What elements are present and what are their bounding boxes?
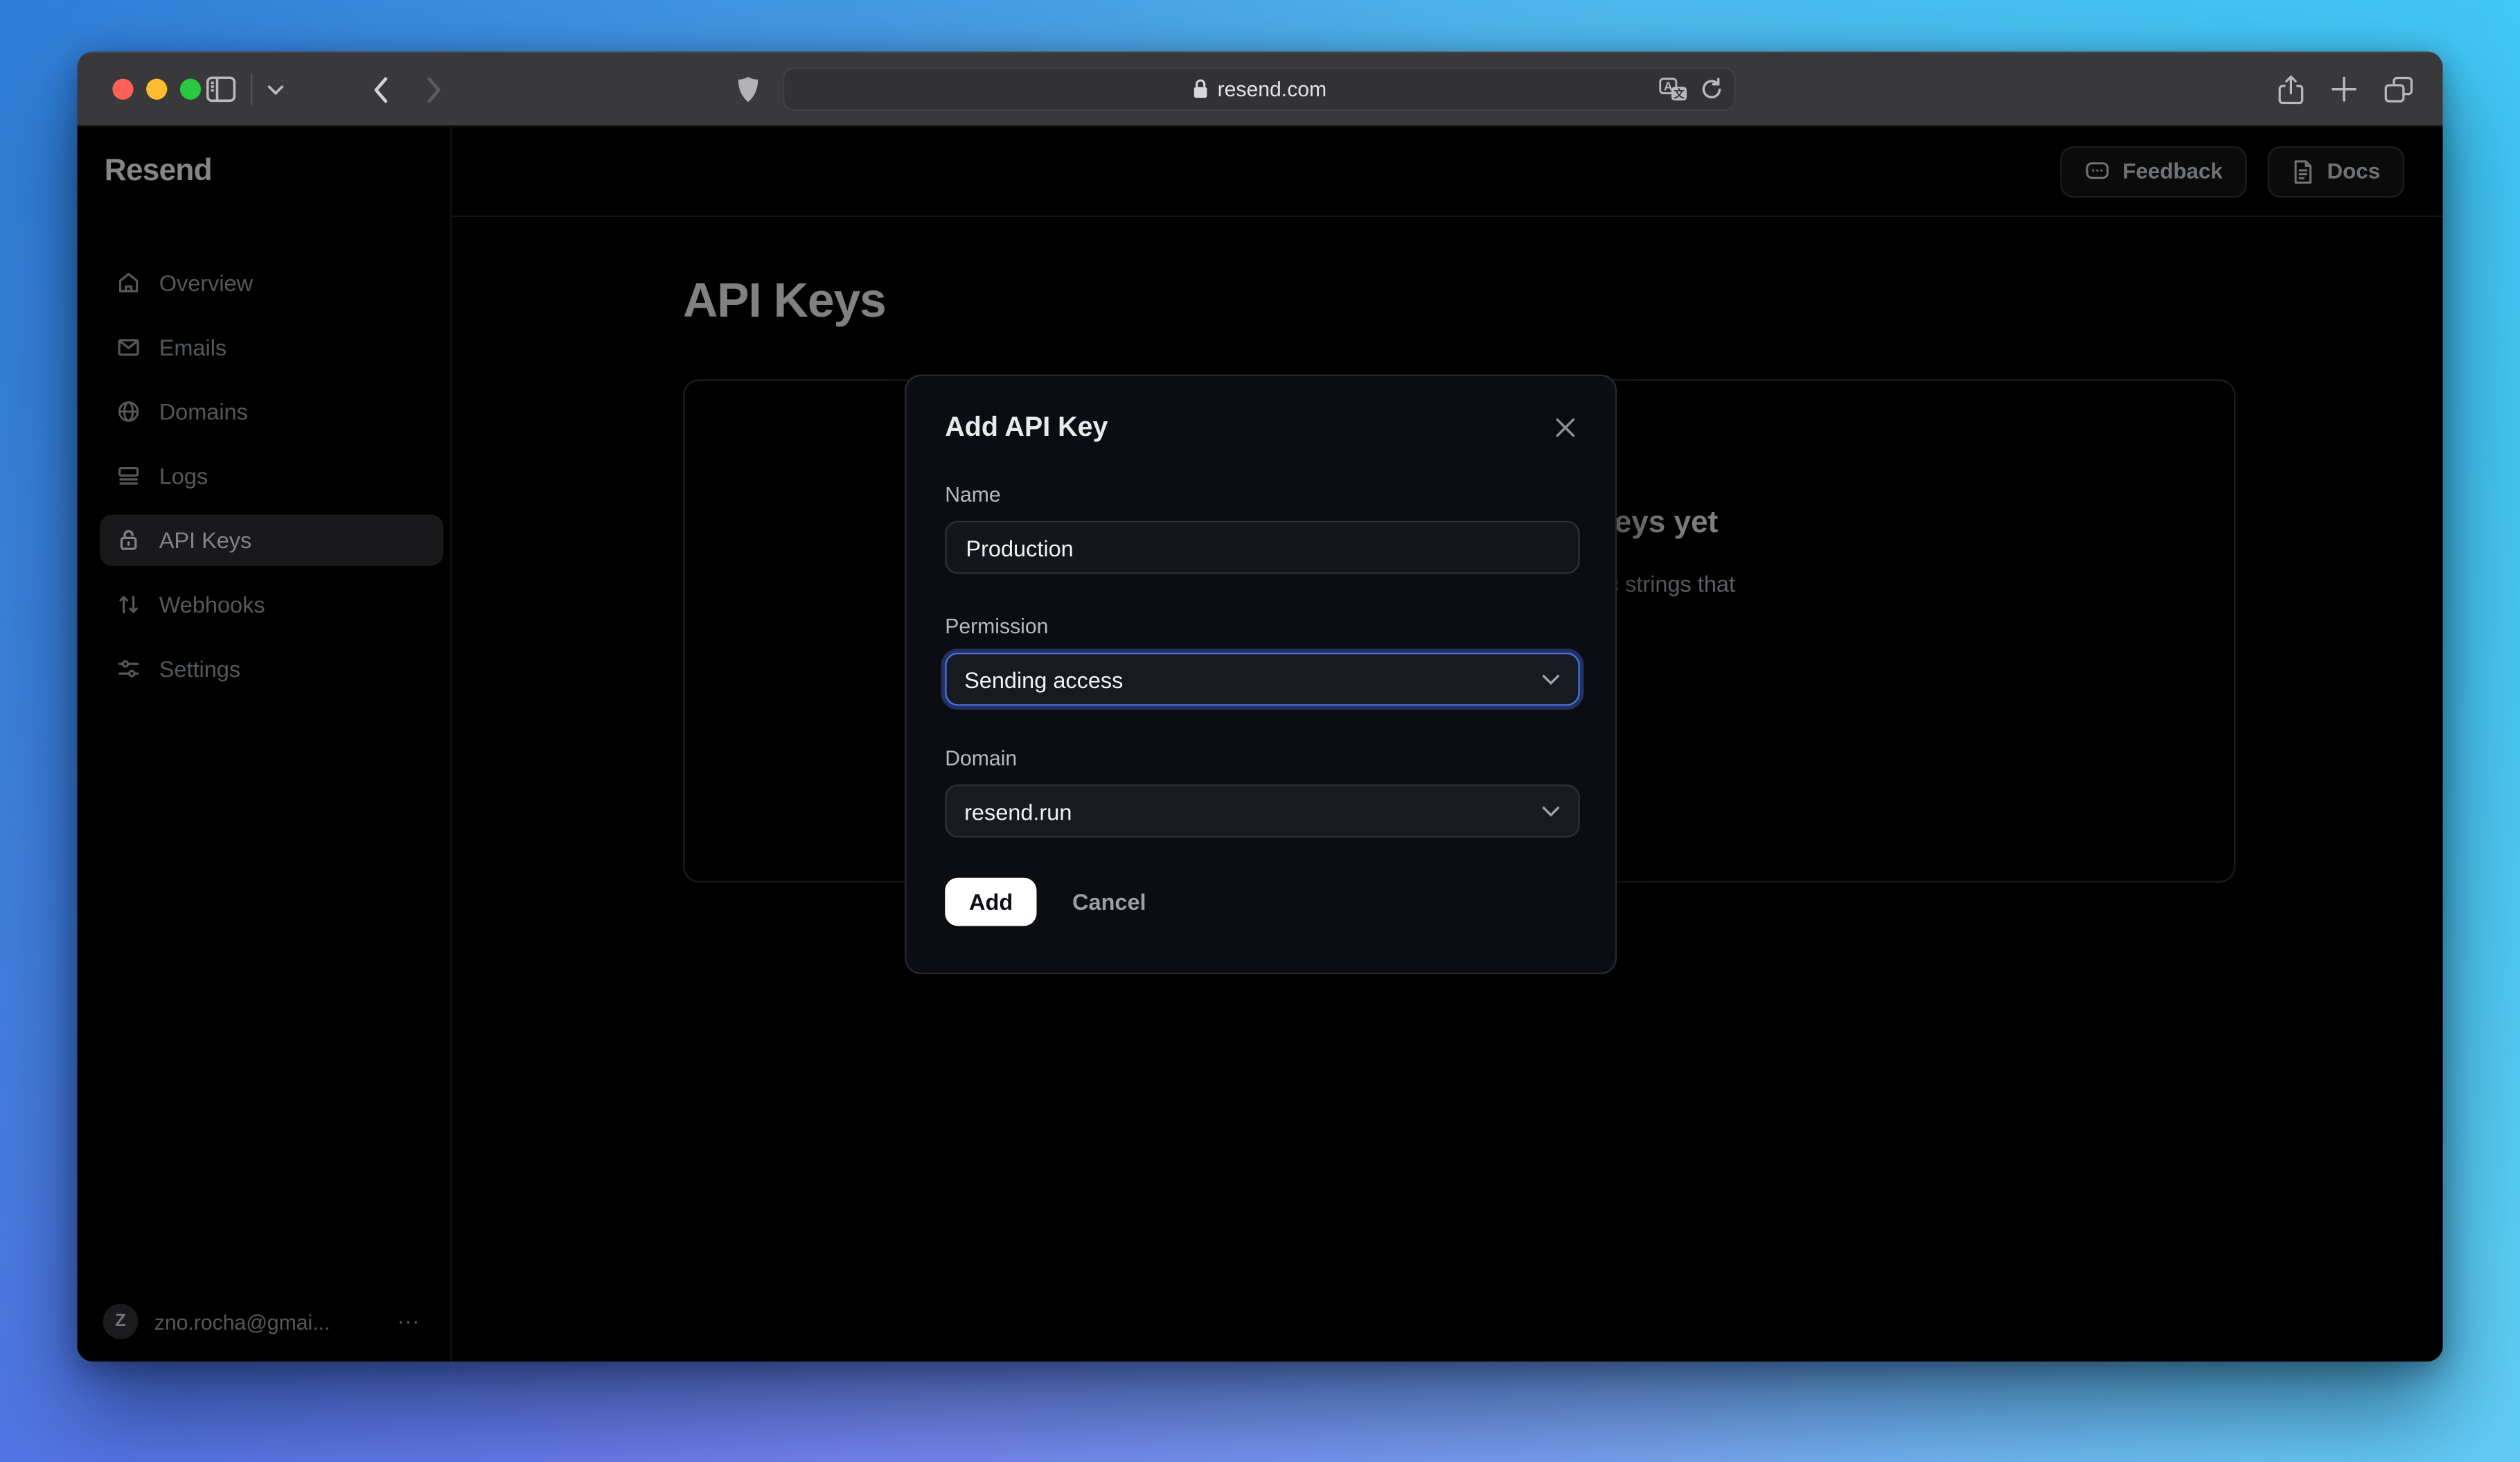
desktop-background: resend.com A 文 Resend Overview Emails Do… bbox=[0, 0, 2520, 1462]
chevron-down-icon bbox=[1541, 673, 1561, 686]
permission-field-label: Permission bbox=[945, 614, 1049, 639]
browser-window: resend.com A 文 Resend Overview Emails Do… bbox=[77, 51, 2443, 1362]
browser-viewport: Resend Overview Emails Domains Logs API … bbox=[77, 127, 2443, 1362]
https-lock-icon bbox=[1191, 79, 1207, 100]
domain-select-value: resend.run bbox=[964, 798, 1072, 825]
tab-overview-icon[interactable] bbox=[2384, 75, 2414, 104]
traffic-lights bbox=[112, 51, 202, 127]
forward-button[interactable] bbox=[425, 51, 444, 127]
back-button[interactable] bbox=[371, 51, 391, 127]
address-bar-url: resend.com bbox=[1217, 77, 1327, 102]
add-button[interactable]: Add bbox=[945, 877, 1038, 926]
browser-toolbar: resend.com A 文 bbox=[77, 51, 2443, 127]
toolbar-right-group bbox=[2278, 51, 2414, 127]
svg-text:文: 文 bbox=[1674, 87, 1685, 99]
zoom-window-button[interactable] bbox=[179, 78, 202, 100]
permission-select-value: Sending access bbox=[964, 666, 1124, 692]
chevron-down-icon bbox=[1541, 804, 1561, 818]
name-input[interactable] bbox=[945, 520, 1580, 574]
reload-icon[interactable] bbox=[1701, 77, 1723, 101]
sidebar-toggle-icon[interactable] bbox=[206, 76, 236, 103]
privacy-shield-icon[interactable] bbox=[736, 51, 761, 127]
close-window-button[interactable] bbox=[112, 78, 134, 100]
share-icon[interactable] bbox=[2278, 73, 2305, 105]
close-icon[interactable] bbox=[1554, 416, 1577, 439]
toolbar-divider bbox=[250, 73, 253, 105]
toolbar-left-group bbox=[206, 51, 285, 127]
new-tab-icon[interactable] bbox=[2330, 76, 2357, 103]
translate-icon[interactable]: A 文 bbox=[1658, 76, 1689, 102]
modal-title: Add API Key bbox=[945, 411, 1108, 443]
minimize-window-button[interactable] bbox=[146, 78, 168, 100]
sidebar-chevron-down-icon[interactable] bbox=[267, 82, 285, 96]
name-field-label: Name bbox=[945, 482, 1001, 507]
domain-field-label: Domain bbox=[945, 746, 1018, 770]
permission-select[interactable]: Sending access bbox=[945, 652, 1580, 706]
address-bar[interactable]: resend.com A 文 bbox=[782, 67, 1736, 112]
cancel-button[interactable]: Cancel bbox=[1072, 889, 1146, 915]
domain-select[interactable]: resend.run bbox=[945, 784, 1580, 838]
add-api-key-modal: Add API Key Name Permission Sending acce… bbox=[905, 374, 1617, 975]
